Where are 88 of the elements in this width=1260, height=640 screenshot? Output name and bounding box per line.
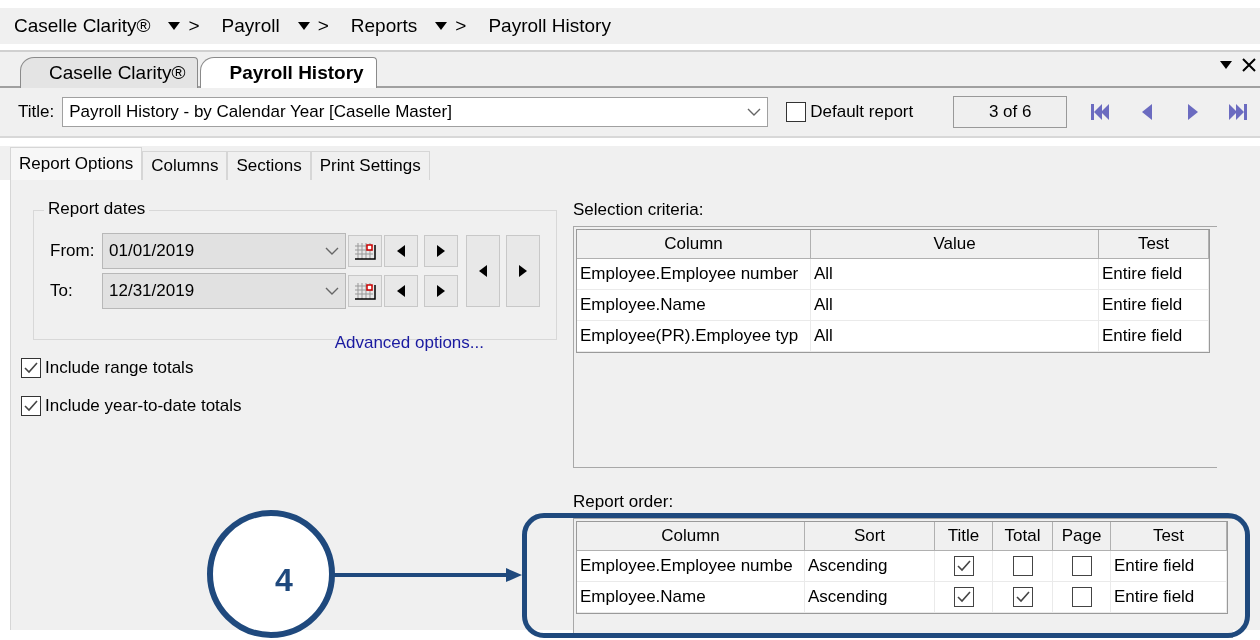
- left-triangle-icon: [479, 265, 487, 277]
- table-cell: All: [811, 290, 1099, 321]
- column-header[interactable]: Value: [811, 230, 1099, 259]
- table-cell: Employee.Name: [577, 290, 811, 321]
- left-triangle-icon: [397, 245, 405, 257]
- caret-icon[interactable]: [297, 22, 310, 30]
- table-cell: Entire field: [1099, 290, 1209, 321]
- column-header[interactable]: Test: [1099, 230, 1209, 259]
- column-header[interactable]: Test: [1111, 522, 1227, 551]
- section-label: Selection criteria:: [573, 200, 705, 220]
- checkmark-icon: [24, 400, 38, 412]
- skip-start-icon: [1091, 104, 1112, 120]
- option-tab[interactable]: Report Options: [10, 147, 143, 180]
- document-tab[interactable]: Caselle Clarity®: [20, 57, 199, 88]
- table-cell: Employee.Name: [577, 582, 805, 613]
- table-cell: Entire field: [1099, 259, 1209, 290]
- right-triangle-icon: [519, 265, 527, 277]
- breadcrumb-separator: >: [317, 15, 329, 37]
- column-header[interactable]: Sort: [805, 522, 935, 551]
- grid-checkbox[interactable]: [953, 556, 974, 576]
- skip-end-icon: [1229, 104, 1250, 120]
- date-label: To:: [50, 281, 74, 301]
- table-cell: Employee.Employee numbe: [577, 551, 805, 582]
- breadcrumb-link[interactable]: Payroll: [221, 15, 280, 37]
- breadcrumb-link[interactable]: Caselle Clarity®: [14, 15, 151, 37]
- checkmark-icon: [1015, 591, 1030, 603]
- column-header[interactable]: Total: [993, 522, 1053, 551]
- breadcrumb-separator: >: [188, 15, 200, 37]
- chevron-down-icon: [747, 108, 762, 116]
- previous-button[interactable]: [384, 275, 418, 307]
- table-cell: Ascending: [805, 551, 935, 582]
- table-cell: Ascending: [805, 582, 935, 613]
- document-tab[interactable]: Payroll History: [200, 57, 377, 88]
- left-triangle-icon: [397, 285, 405, 297]
- table-cell: All: [811, 259, 1099, 290]
- right-triangle-icon: [1188, 104, 1199, 120]
- option-tab[interactable]: Sections: [227, 151, 311, 180]
- caret-icon[interactable]: [435, 22, 448, 30]
- option-checkbox[interactable]: Include year-to-date totals: [21, 396, 559, 416]
- record-counter: 3 of 6: [953, 96, 1068, 128]
- grid-checkbox[interactable]: [953, 587, 974, 607]
- date-dropdown[interactable]: 01/01/2019: [102, 233, 346, 269]
- option-tab[interactable]: Print Settings: [310, 151, 430, 180]
- date-label: From:: [50, 241, 96, 261]
- column-header[interactable]: Column: [577, 522, 805, 551]
- right-triangle-icon: [437, 245, 445, 257]
- title-dropdown[interactable]: Payroll History - by Calendar Year [Caselle Master]: [62, 97, 769, 127]
- table-cell: Entire field: [1099, 321, 1209, 352]
- table-cell: Employee.Employee number: [577, 259, 811, 290]
- chevron-down-icon: [325, 247, 339, 255]
- section-label: Report order:: [573, 492, 675, 512]
- right-triangle-icon: [437, 285, 445, 297]
- table-cell: All: [811, 321, 1099, 352]
- table-cell: Employee(PR).Employee typ: [577, 321, 811, 352]
- checkmark-icon: [956, 591, 971, 603]
- option-tab[interactable]: Columns: [142, 151, 228, 180]
- group-title: Report dates: [44, 199, 150, 219]
- next-button[interactable]: [424, 235, 458, 267]
- calendar-icon: [354, 242, 376, 260]
- grid-checkbox[interactable]: [1012, 556, 1033, 576]
- previous-button[interactable]: [384, 235, 418, 267]
- title-label: Title:: [18, 102, 55, 122]
- chevron-down-icon: [325, 287, 339, 295]
- option-checkbox[interactable]: Include range totals: [21, 358, 559, 378]
- caret-icon[interactable]: [168, 22, 181, 30]
- breadcrumb-separator: >: [455, 15, 467, 37]
- calendar-button[interactable]: [348, 235, 382, 267]
- calendar-button[interactable]: [348, 275, 382, 307]
- left-triangle-icon: [1142, 104, 1153, 120]
- grid-checkbox[interactable]: [1071, 556, 1092, 576]
- column-header[interactable]: Title: [935, 522, 993, 551]
- next-button[interactable]: [424, 275, 458, 307]
- default-report-checkbox[interactable]: Default report: [786, 102, 914, 122]
- date-dropdown[interactable]: 12/31/2019: [102, 273, 346, 309]
- grid-checkbox[interactable]: [1012, 587, 1033, 607]
- advanced-options-link[interactable]: Advanced options...: [334, 333, 484, 353]
- checkmark-icon: [24, 362, 38, 374]
- table-cell: Entire field: [1111, 551, 1227, 582]
- breadcrumb-link[interactable]: Payroll History: [488, 15, 611, 37]
- column-header[interactable]: Column: [577, 230, 811, 259]
- column-header[interactable]: Page: [1053, 522, 1111, 551]
- close-icon[interactable]: [1242, 58, 1256, 72]
- grid-checkbox[interactable]: [1071, 587, 1092, 607]
- table-cell: Entire field: [1111, 582, 1227, 613]
- breadcrumb-link[interactable]: Reports: [350, 15, 418, 37]
- calendar-icon: [354, 282, 376, 300]
- checkmark-icon: [956, 560, 971, 572]
- caret-icon[interactable]: [1220, 61, 1232, 69]
